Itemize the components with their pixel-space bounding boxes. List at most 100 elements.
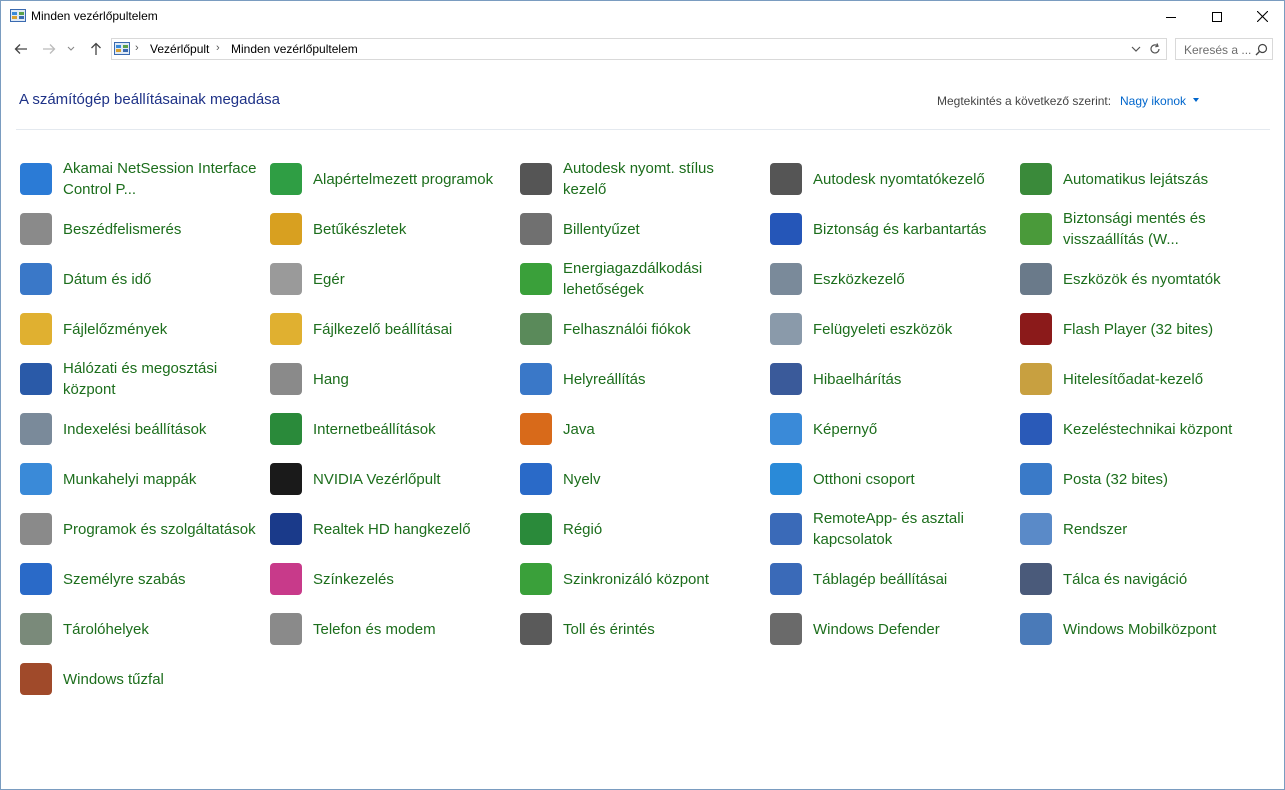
minimize-button[interactable] (1148, 1, 1194, 32)
control-panel-item[interactable]: Színkezelés (270, 556, 510, 602)
control-panel-item[interactable]: Windows Mobilközpont (1020, 606, 1260, 652)
view-by-caret-icon[interactable] (1193, 98, 1199, 102)
control-panel-item[interactable]: Flash Player (32 bites) (1020, 306, 1260, 352)
item-label[interactable]: Hitelesítőadat-kezelő (1063, 356, 1258, 402)
item-label[interactable]: Beszédfelismerés (63, 206, 258, 252)
control-panel-item[interactable]: Kezeléstechnikai központ (1020, 406, 1260, 452)
item-label[interactable]: Eszközkezelő (813, 256, 1008, 302)
item-label[interactable]: Rendszer (1063, 506, 1258, 552)
control-panel-item[interactable]: Beszédfelismerés (20, 206, 260, 252)
control-panel-item[interactable]: Régió (520, 506, 760, 552)
control-panel-item[interactable]: Akamai NetSession Interface Control P... (20, 156, 260, 202)
forward-button[interactable] (39, 40, 59, 58)
item-label[interactable]: Egér (313, 256, 508, 302)
item-label[interactable]: Hang (313, 356, 508, 402)
item-label[interactable]: Helyreállítás (563, 356, 758, 402)
control-panel-item[interactable]: Biztonság és karbantartás (770, 206, 1010, 252)
item-label[interactable]: Autodesk nyomt. stílus kezelő (563, 156, 758, 202)
control-panel-item[interactable]: Toll és érintés (520, 606, 760, 652)
item-label[interactable]: Régió (563, 506, 758, 552)
control-panel-item[interactable]: Felhasználói fiókok (520, 306, 760, 352)
item-label[interactable]: Színkezelés (313, 556, 508, 602)
item-label[interactable]: Hálózati és megosztási központ (63, 356, 258, 402)
control-panel-item[interactable]: Realtek HD hangkezelő (270, 506, 510, 552)
control-panel-item[interactable]: Autodesk nyomt. stílus kezelő (520, 156, 760, 202)
item-label[interactable]: Posta (32 bites) (1063, 456, 1258, 502)
item-label[interactable]: Fájlkezelő beállításai (313, 306, 508, 352)
control-panel-item[interactable]: Programok és szolgáltatások (20, 506, 260, 552)
control-panel-item[interactable]: Java (520, 406, 760, 452)
item-label[interactable]: Windows Mobilközpont (1063, 606, 1258, 652)
control-panel-item[interactable]: Munkahelyi mappák (20, 456, 260, 502)
item-label[interactable]: Flash Player (32 bites) (1063, 306, 1258, 352)
control-panel-item[interactable]: Helyreállítás (520, 356, 760, 402)
item-label[interactable]: Eszközök és nyomtatók (1063, 256, 1258, 302)
item-label[interactable]: Akamai NetSession Interface Control P... (63, 156, 258, 202)
item-label[interactable]: Fájlelőzmények (63, 306, 258, 352)
item-label[interactable]: Személyre szabás (63, 556, 258, 602)
control-panel-item[interactable]: Hitelesítőadat-kezelő (1020, 356, 1260, 402)
control-panel-item[interactable]: Internetbeállítások (270, 406, 510, 452)
item-label[interactable]: Tálca és navigáció (1063, 556, 1258, 602)
control-panel-item[interactable]: Alapértelmezett programok (270, 156, 510, 202)
control-panel-item[interactable]: Hibaelhárítás (770, 356, 1010, 402)
search-input[interactable]: Keresés a ... (1184, 43, 1251, 57)
item-label[interactable]: Táblagép beállításai (813, 556, 1008, 602)
control-panel-item[interactable]: Betűkészletek (270, 206, 510, 252)
item-label[interactable]: Windows Defender (813, 606, 1008, 652)
item-label[interactable]: Dátum és idő (63, 256, 258, 302)
refresh-icon[interactable] (1148, 42, 1162, 56)
control-panel-item[interactable]: Rendszer (1020, 506, 1260, 552)
address-bar[interactable]: › Vezérlőpult › Minden vezérlőpultelem (111, 38, 1167, 60)
item-label[interactable]: Tárolóhelyek (63, 606, 258, 652)
breadcrumb-all-items[interactable]: Minden vezérlőpultelem (231, 42, 358, 56)
control-panel-item[interactable]: Képernyő (770, 406, 1010, 452)
item-label[interactable]: Alapértelmezett programok (313, 156, 508, 202)
control-panel-item[interactable]: Biztonsági mentés és visszaállítás (W... (1020, 206, 1260, 252)
item-label[interactable]: Telefon és modem (313, 606, 508, 652)
control-panel-item[interactable]: NVIDIA Vezérlőpult (270, 456, 510, 502)
control-panel-item[interactable]: Billentyűzet (520, 206, 760, 252)
close-button[interactable] (1239, 1, 1285, 32)
control-panel-item[interactable]: Windows Defender (770, 606, 1010, 652)
item-label[interactable]: Szinkronizáló központ (563, 556, 758, 602)
control-panel-item[interactable]: Windows tűzfal (20, 656, 260, 702)
item-label[interactable]: Java (563, 406, 758, 452)
control-panel-item[interactable]: Fájlelőzmények (20, 306, 260, 352)
control-panel-item[interactable]: Dátum és idő (20, 256, 260, 302)
item-label[interactable]: Automatikus lejátszás (1063, 156, 1258, 202)
control-panel-item[interactable]: Nyelv (520, 456, 760, 502)
control-panel-item[interactable]: Autodesk nyomtatókezelő (770, 156, 1010, 202)
item-label[interactable]: Realtek HD hangkezelő (313, 506, 508, 552)
item-label[interactable]: Indexelési beállítások (63, 406, 258, 452)
control-panel-item[interactable]: Hálózati és megosztási központ (20, 356, 260, 402)
breadcrumb-control-panel[interactable]: Vezérlőpult (150, 42, 209, 56)
breadcrumb-separator-icon[interactable]: › (216, 42, 220, 54)
item-label[interactable]: Otthoni csoport (813, 456, 1008, 502)
search-box[interactable]: Keresés a ... (1175, 38, 1273, 60)
item-label[interactable]: Hibaelhárítás (813, 356, 1008, 402)
control-panel-item[interactable]: Energiagazdálkodási lehetőségek (520, 256, 760, 302)
view-by-dropdown[interactable]: Nagy ikonok (1120, 94, 1186, 108)
item-label[interactable]: Nyelv (563, 456, 758, 502)
control-panel-item[interactable]: Indexelési beállítások (20, 406, 260, 452)
item-label[interactable]: Energiagazdálkodási lehetőségek (563, 256, 758, 302)
recent-locations-button[interactable] (64, 40, 78, 58)
control-panel-item[interactable]: Tárolóhelyek (20, 606, 260, 652)
control-panel-item[interactable]: Posta (32 bites) (1020, 456, 1260, 502)
item-label[interactable]: Programok és szolgáltatások (63, 506, 258, 552)
item-label[interactable]: Billentyűzet (563, 206, 758, 252)
control-panel-item[interactable]: Telefon és modem (270, 606, 510, 652)
item-label[interactable]: Internetbeállítások (313, 406, 508, 452)
search-icon[interactable] (1255, 43, 1268, 56)
control-panel-item[interactable]: Szinkronizáló központ (520, 556, 760, 602)
control-panel-item[interactable]: Eszközök és nyomtatók (1020, 256, 1260, 302)
control-panel-item[interactable]: Otthoni csoport (770, 456, 1010, 502)
item-label[interactable]: Windows tűzfal (63, 656, 258, 702)
control-panel-item[interactable]: RemoteApp- és asztali kapcsolatok (770, 506, 1010, 552)
control-panel-item[interactable]: Táblagép beállításai (770, 556, 1010, 602)
control-panel-item[interactable]: Hang (270, 356, 510, 402)
control-panel-item[interactable]: Felügyeleti eszközök (770, 306, 1010, 352)
control-panel-item[interactable]: Egér (270, 256, 510, 302)
item-label[interactable]: Munkahelyi mappák (63, 456, 258, 502)
